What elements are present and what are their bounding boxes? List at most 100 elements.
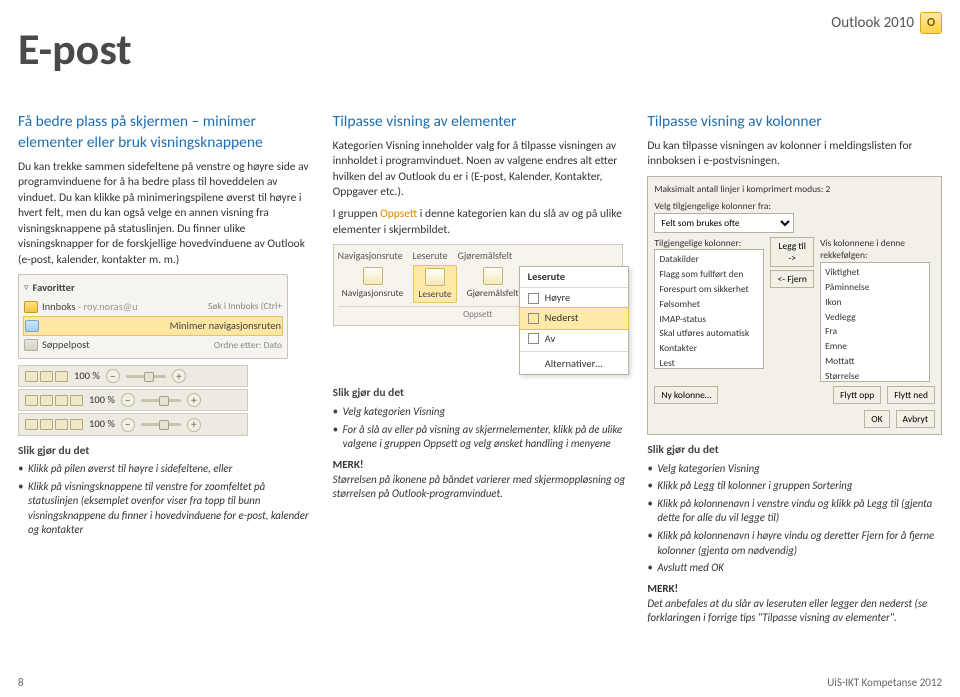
col2-heading: Tilpasse visning av elementer (333, 112, 628, 133)
zoom-out-icon: − (121, 393, 135, 407)
page-title: E-post (18, 22, 132, 76)
col2-p2: I gruppen Oppsett i denne kategorien kan… (333, 207, 628, 238)
col3-p1: Du kan tilpasse visningen av kolonner i … (647, 139, 942, 170)
col2-step-1: Velg kategorien Visning (333, 405, 628, 420)
list-item[interactable]: Følsomhet (657, 297, 761, 312)
col2-p2a: I gruppen (333, 207, 380, 221)
col3-merk-label: MERK! (647, 582, 942, 597)
list-item[interactable]: Flagg som fullført den (657, 267, 761, 282)
folder-icon (25, 320, 39, 332)
available-columns-list[interactable]: DatakilderFlagg som fullført denForespur… (654, 249, 764, 369)
dlg-select-label: Velg tilgjengelige kolonner fra: (654, 200, 935, 213)
junk-label: Søppelpost (42, 338, 90, 352)
column-3: Tilpasse visning av kolonner Du kan tilp… (647, 112, 942, 632)
product-header: Outlook 2010 O (831, 12, 942, 34)
ok-button[interactable]: OK (864, 410, 889, 428)
reading-pane-dropdown: Leserute Høyre Nederst Av Alternativer… (519, 266, 629, 375)
right-list-label: Vis kolonnene i denne rekkefølgen: (820, 237, 935, 263)
ribbon-tab-labels: Navigasjonsrute Leserute Gjøremålsfelt (338, 249, 618, 263)
dd-item-bottom: Nederst (519, 307, 629, 329)
col2-step-2: For å slå av eller på visning av skjerme… (333, 423, 628, 452)
col2-p2-highlight: Oppsett (380, 207, 417, 221)
cancel-button[interactable]: Avbryt (896, 410, 936, 428)
list-item[interactable]: Viktighet (823, 265, 927, 280)
columns-dialog: Maksimalt antall linjer i komprimert mod… (647, 176, 942, 435)
zoom-row-1: 100 % − + (18, 365, 248, 387)
col2-steps: Slik gjør du det Velg kategorien Visning… (333, 386, 628, 451)
col3-steps-title: Slik gjør du det (647, 443, 942, 459)
ribbon-btn-todo: Gjøremålsfelt (463, 265, 523, 302)
list-item[interactable]: Skal utføres automatisk (657, 326, 761, 341)
zoom-row-3: 100 % − + (18, 413, 248, 435)
outlook-icon: O (920, 12, 942, 34)
col3-steps: Slik gjør du det Velg kategorien Visning… (647, 443, 942, 575)
tab-reading: Leserute (413, 249, 448, 263)
list-item[interactable]: IMAP-status (657, 312, 761, 327)
tab-todo: Gjøremålsfelt (458, 249, 513, 263)
check-icon (528, 293, 539, 304)
view-buttons-calendar (25, 395, 83, 406)
collapse-icon: ▿ (24, 282, 29, 294)
zoom-out-icon: − (106, 369, 120, 383)
col1-body: Du kan trekke sammen sidefeltene på vens… (18, 160, 313, 269)
zoom-row-2: 100 % − + (18, 389, 248, 411)
add-button[interactable]: Legg til -> (770, 237, 814, 267)
list-item[interactable]: Fra (823, 324, 927, 339)
col1-step-1: Klikk på pilen øverst til høyre i sidefe… (18, 462, 313, 477)
check-icon (528, 333, 539, 344)
col3-step-1: Velg kategorien Visning (647, 462, 942, 477)
column-1: Få bedre plass på skjermen – minimer ele… (18, 112, 313, 632)
zoom-in-icon: + (172, 369, 186, 383)
list-item[interactable]: Mottatt (823, 354, 927, 369)
todo-bar-icon (483, 267, 503, 285)
list-item[interactable]: Vedlegg (823, 310, 927, 325)
new-column-button[interactable]: Ny kolonne… (654, 386, 718, 404)
col3-heading: Tilpasse visning av kolonner (647, 112, 942, 133)
page-footer: 8 UiS-IKT Kompetanse 2012 (18, 676, 942, 689)
ribbon-btn-reading: Leserute (413, 265, 456, 304)
view-buttons-mail (25, 371, 68, 382)
junk-icon (24, 339, 38, 351)
zoom-out-icon: − (121, 418, 135, 432)
left-list-label: Tilgjengelige kolonner: (654, 237, 764, 250)
content-columns: Få bedre plass på skjermen – minimer ele… (18, 112, 942, 632)
ribbon-btn-nav: Navigasjonsrute (338, 265, 408, 302)
dd-item-off: Av (520, 329, 628, 349)
reading-pane-icon (425, 268, 445, 286)
dlg-source-select[interactable]: Felt som brukes ofte (654, 213, 794, 233)
dd-item-right: Høyre (520, 288, 628, 308)
list-item[interactable]: Påminnelse (823, 280, 927, 295)
shown-columns-list[interactable]: ViktighetPåminnelseIkonVedleggFraEmneMot… (820, 262, 930, 382)
list-item[interactable]: Forespurt om sikkerhet (657, 282, 761, 297)
tab-nav: Navigasjonsrute (338, 249, 403, 263)
list-item[interactable]: Datakilder (657, 252, 761, 267)
innboks-row: Innboks - roy.noras@u Søk i Innboks (Ctr… (23, 298, 283, 316)
innboks-label: Innboks (42, 300, 76, 313)
minimize-nav-row: x Minimer navigasjonsruten (23, 316, 283, 336)
nav-pane-screenshot: ▿ Favoritter Innboks - roy.noras@u Søk i… (18, 274, 288, 359)
zoom-slider (141, 423, 181, 426)
remove-button[interactable]: <- Fjern (770, 270, 814, 288)
list-item[interactable]: Lest (657, 356, 761, 369)
list-item[interactable]: Kontakter (657, 341, 761, 356)
col2-merk-text: Størrelsen på ikonene på båndet varierer… (333, 473, 628, 502)
zoom-value-2: 100 % (89, 393, 115, 407)
move-up-button[interactable]: Flytt opp (833, 386, 881, 404)
zoom-in-icon: + (187, 393, 201, 407)
ribbon-btn-nav-label: Navigasjonsrute (342, 287, 404, 300)
move-down-button[interactable]: Flytt ned (887, 386, 935, 404)
list-item[interactable]: Emne (823, 339, 927, 354)
list-item[interactable]: Ikon (823, 295, 927, 310)
zoom-value-1: 100 % (74, 369, 100, 383)
list-item[interactable]: Størrelse (823, 369, 927, 382)
footer-credit: UiS-IKT Kompetanse 2012 (827, 676, 942, 689)
arrange-label: Ordne etter: Dato (214, 339, 282, 352)
page-number: 8 (18, 676, 24, 689)
junk-row: Søppelpost Ordne etter: Dato (23, 336, 283, 354)
zoom-slider (141, 399, 181, 402)
zoom-value-3: 100 % (89, 417, 115, 431)
nav-pane-icon (363, 267, 383, 285)
col1-steps-title: Slik gjør du det (18, 444, 313, 460)
col2-steps-title: Slik gjør du det (333, 386, 628, 402)
col3-step-3: Klikk på kolonnenavn i venstre vindu og … (647, 497, 942, 526)
